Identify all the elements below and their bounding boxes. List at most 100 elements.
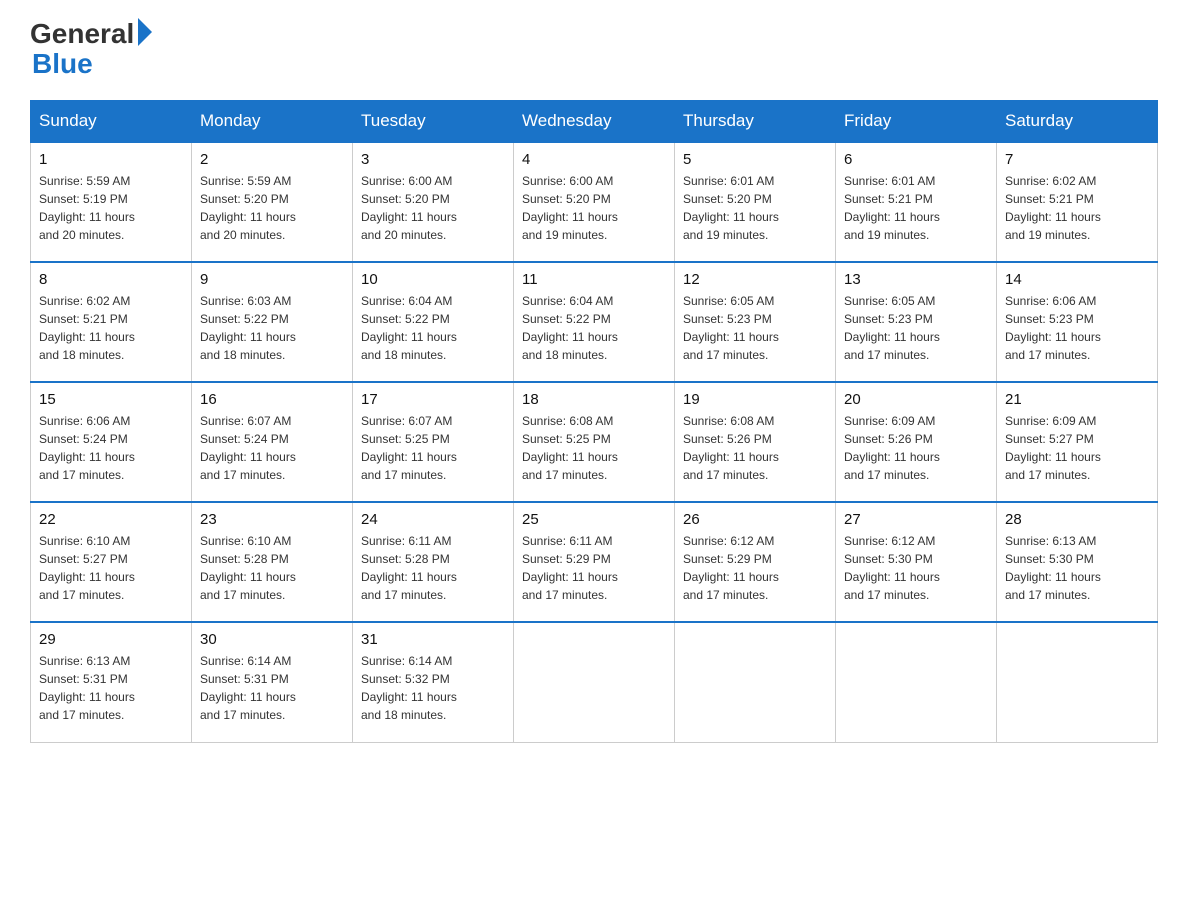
- day-number: 10: [361, 271, 505, 288]
- day-number: 8: [39, 271, 183, 288]
- day-number: 23: [200, 511, 344, 528]
- day-info: Sunrise: 6:03 AMSunset: 5:22 PMDaylight:…: [200, 292, 344, 364]
- column-header-saturday: Saturday: [997, 101, 1158, 143]
- day-info: Sunrise: 6:12 AMSunset: 5:29 PMDaylight:…: [683, 532, 827, 604]
- week-row-2: 8 Sunrise: 6:02 AMSunset: 5:21 PMDayligh…: [31, 262, 1158, 382]
- logo: General Blue: [30, 20, 152, 80]
- calendar-cell: [836, 622, 997, 742]
- day-info: Sunrise: 6:02 AMSunset: 5:21 PMDaylight:…: [1005, 172, 1149, 244]
- day-info: Sunrise: 6:00 AMSunset: 5:20 PMDaylight:…: [361, 172, 505, 244]
- column-header-wednesday: Wednesday: [514, 101, 675, 143]
- day-number: 21: [1005, 391, 1149, 408]
- calendar-cell: 13 Sunrise: 6:05 AMSunset: 5:23 PMDaylig…: [836, 262, 997, 382]
- column-header-friday: Friday: [836, 101, 997, 143]
- calendar-cell: 7 Sunrise: 6:02 AMSunset: 5:21 PMDayligh…: [997, 142, 1158, 262]
- day-number: 17: [361, 391, 505, 408]
- day-info: Sunrise: 6:09 AMSunset: 5:26 PMDaylight:…: [844, 412, 988, 484]
- day-info: Sunrise: 6:11 AMSunset: 5:29 PMDaylight:…: [522, 532, 666, 604]
- day-number: 4: [522, 151, 666, 168]
- day-info: Sunrise: 6:06 AMSunset: 5:23 PMDaylight:…: [1005, 292, 1149, 364]
- calendar-cell: 23 Sunrise: 6:10 AMSunset: 5:28 PMDaylig…: [192, 502, 353, 622]
- calendar-table: SundayMondayTuesdayWednesdayThursdayFrid…: [30, 100, 1158, 743]
- calendar-cell: 30 Sunrise: 6:14 AMSunset: 5:31 PMDaylig…: [192, 622, 353, 742]
- column-header-tuesday: Tuesday: [353, 101, 514, 143]
- calendar-cell: 22 Sunrise: 6:10 AMSunset: 5:27 PMDaylig…: [31, 502, 192, 622]
- day-number: 20: [844, 391, 988, 408]
- day-info: Sunrise: 6:06 AMSunset: 5:24 PMDaylight:…: [39, 412, 183, 484]
- day-info: Sunrise: 6:00 AMSunset: 5:20 PMDaylight:…: [522, 172, 666, 244]
- calendar-cell: 2 Sunrise: 5:59 AMSunset: 5:20 PMDayligh…: [192, 142, 353, 262]
- day-info: Sunrise: 6:07 AMSunset: 5:25 PMDaylight:…: [361, 412, 505, 484]
- calendar-cell: 4 Sunrise: 6:00 AMSunset: 5:20 PMDayligh…: [514, 142, 675, 262]
- calendar-cell: 15 Sunrise: 6:06 AMSunset: 5:24 PMDaylig…: [31, 382, 192, 502]
- week-row-3: 15 Sunrise: 6:06 AMSunset: 5:24 PMDaylig…: [31, 382, 1158, 502]
- calendar-cell: 20 Sunrise: 6:09 AMSunset: 5:26 PMDaylig…: [836, 382, 997, 502]
- week-row-4: 22 Sunrise: 6:10 AMSunset: 5:27 PMDaylig…: [31, 502, 1158, 622]
- day-info: Sunrise: 6:04 AMSunset: 5:22 PMDaylight:…: [361, 292, 505, 364]
- calendar-cell: 29 Sunrise: 6:13 AMSunset: 5:31 PMDaylig…: [31, 622, 192, 742]
- calendar-cell: 31 Sunrise: 6:14 AMSunset: 5:32 PMDaylig…: [353, 622, 514, 742]
- calendar-cell: 11 Sunrise: 6:04 AMSunset: 5:22 PMDaylig…: [514, 262, 675, 382]
- calendar-cell: 9 Sunrise: 6:03 AMSunset: 5:22 PMDayligh…: [192, 262, 353, 382]
- day-number: 30: [200, 631, 344, 648]
- calendar-cell: 28 Sunrise: 6:13 AMSunset: 5:30 PMDaylig…: [997, 502, 1158, 622]
- day-info: Sunrise: 6:11 AMSunset: 5:28 PMDaylight:…: [361, 532, 505, 604]
- day-info: Sunrise: 6:01 AMSunset: 5:21 PMDaylight:…: [844, 172, 988, 244]
- logo-blue-text: Blue: [32, 48, 152, 80]
- calendar-cell: 8 Sunrise: 6:02 AMSunset: 5:21 PMDayligh…: [31, 262, 192, 382]
- day-info: Sunrise: 6:13 AMSunset: 5:30 PMDaylight:…: [1005, 532, 1149, 604]
- calendar-cell: 1 Sunrise: 5:59 AMSunset: 5:19 PMDayligh…: [31, 142, 192, 262]
- day-number: 19: [683, 391, 827, 408]
- day-number: 3: [361, 151, 505, 168]
- day-info: Sunrise: 6:10 AMSunset: 5:28 PMDaylight:…: [200, 532, 344, 604]
- calendar-body: 1 Sunrise: 5:59 AMSunset: 5:19 PMDayligh…: [31, 142, 1158, 742]
- logo-arrow-icon: [138, 18, 152, 46]
- calendar-cell: 10 Sunrise: 6:04 AMSunset: 5:22 PMDaylig…: [353, 262, 514, 382]
- calendar-cell: 25 Sunrise: 6:11 AMSunset: 5:29 PMDaylig…: [514, 502, 675, 622]
- day-info: Sunrise: 5:59 AMSunset: 5:20 PMDaylight:…: [200, 172, 344, 244]
- calendar-cell: 27 Sunrise: 6:12 AMSunset: 5:30 PMDaylig…: [836, 502, 997, 622]
- day-number: 16: [200, 391, 344, 408]
- day-number: 12: [683, 271, 827, 288]
- calendar-cell: [675, 622, 836, 742]
- week-row-1: 1 Sunrise: 5:59 AMSunset: 5:19 PMDayligh…: [31, 142, 1158, 262]
- day-info: Sunrise: 6:07 AMSunset: 5:24 PMDaylight:…: [200, 412, 344, 484]
- day-info: Sunrise: 6:09 AMSunset: 5:27 PMDaylight:…: [1005, 412, 1149, 484]
- day-number: 29: [39, 631, 183, 648]
- calendar-cell: [997, 622, 1158, 742]
- day-info: Sunrise: 6:12 AMSunset: 5:30 PMDaylight:…: [844, 532, 988, 604]
- calendar-cell: 16 Sunrise: 6:07 AMSunset: 5:24 PMDaylig…: [192, 382, 353, 502]
- header-row: SundayMondayTuesdayWednesdayThursdayFrid…: [31, 101, 1158, 143]
- week-row-5: 29 Sunrise: 6:13 AMSunset: 5:31 PMDaylig…: [31, 622, 1158, 742]
- day-info: Sunrise: 6:13 AMSunset: 5:31 PMDaylight:…: [39, 652, 183, 724]
- day-number: 22: [39, 511, 183, 528]
- day-info: Sunrise: 6:14 AMSunset: 5:32 PMDaylight:…: [361, 652, 505, 724]
- day-number: 28: [1005, 511, 1149, 528]
- calendar-cell: 18 Sunrise: 6:08 AMSunset: 5:25 PMDaylig…: [514, 382, 675, 502]
- day-info: Sunrise: 6:10 AMSunset: 5:27 PMDaylight:…: [39, 532, 183, 604]
- day-number: 9: [200, 271, 344, 288]
- day-info: Sunrise: 6:05 AMSunset: 5:23 PMDaylight:…: [844, 292, 988, 364]
- day-number: 14: [1005, 271, 1149, 288]
- day-number: 24: [361, 511, 505, 528]
- day-info: Sunrise: 6:04 AMSunset: 5:22 PMDaylight:…: [522, 292, 666, 364]
- calendar-cell: 17 Sunrise: 6:07 AMSunset: 5:25 PMDaylig…: [353, 382, 514, 502]
- calendar-cell: 26 Sunrise: 6:12 AMSunset: 5:29 PMDaylig…: [675, 502, 836, 622]
- calendar-cell: 6 Sunrise: 6:01 AMSunset: 5:21 PMDayligh…: [836, 142, 997, 262]
- column-header-thursday: Thursday: [675, 101, 836, 143]
- day-info: Sunrise: 6:14 AMSunset: 5:31 PMDaylight:…: [200, 652, 344, 724]
- day-info: Sunrise: 6:05 AMSunset: 5:23 PMDaylight:…: [683, 292, 827, 364]
- day-info: Sunrise: 6:01 AMSunset: 5:20 PMDaylight:…: [683, 172, 827, 244]
- day-number: 25: [522, 511, 666, 528]
- day-number: 15: [39, 391, 183, 408]
- day-number: 18: [522, 391, 666, 408]
- day-number: 26: [683, 511, 827, 528]
- day-info: Sunrise: 6:08 AMSunset: 5:25 PMDaylight:…: [522, 412, 666, 484]
- logo-general: General: [30, 20, 134, 48]
- calendar-cell: 12 Sunrise: 6:05 AMSunset: 5:23 PMDaylig…: [675, 262, 836, 382]
- calendar-cell: 21 Sunrise: 6:09 AMSunset: 5:27 PMDaylig…: [997, 382, 1158, 502]
- page-header: General Blue: [30, 20, 1158, 80]
- day-info: Sunrise: 6:08 AMSunset: 5:26 PMDaylight:…: [683, 412, 827, 484]
- day-number: 1: [39, 151, 183, 168]
- day-number: 2: [200, 151, 344, 168]
